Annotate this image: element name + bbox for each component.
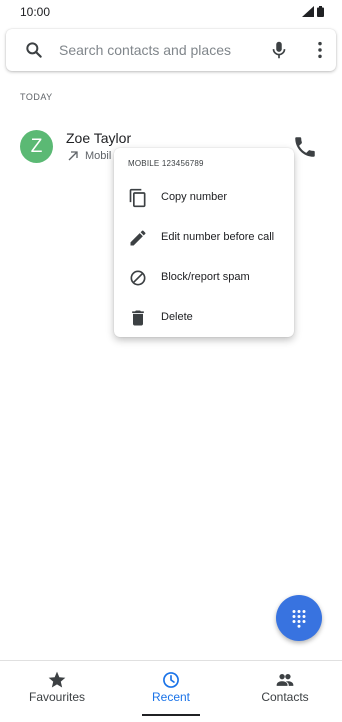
phone-call-icon[interactable] xyxy=(292,134,318,160)
nav-tab-recent[interactable]: Recent xyxy=(114,661,228,722)
menu-item-block-spam[interactable]: Block/report spam xyxy=(114,258,294,298)
menu-header-number: MOBILE 123456789 xyxy=(128,159,204,168)
block-icon xyxy=(130,270,146,286)
menu-item-delete[interactable]: Delete xyxy=(114,298,294,338)
pencil-icon xyxy=(130,230,146,246)
nav-label: Favourites xyxy=(28,690,86,704)
active-tab-indicator xyxy=(142,714,200,716)
copy-icon xyxy=(129,188,146,208)
call-context-menu: MOBILE 123456789 Copy number Edit number… xyxy=(114,148,294,337)
microphone-icon[interactable] xyxy=(268,39,290,61)
dialpad-button[interactable] xyxy=(276,595,322,641)
menu-item-label: Copy number xyxy=(161,191,228,203)
search-bar[interactable] xyxy=(6,29,336,71)
status-bar: 10:00 xyxy=(0,0,342,26)
bottom-navigation: Favourites Recent Contacts xyxy=(0,660,342,722)
contact-name: Zoe Taylor xyxy=(66,130,132,146)
outgoing-call-arrow-icon xyxy=(68,151,78,161)
battery-icon xyxy=(317,6,324,17)
clock-icon xyxy=(163,672,179,688)
menu-item-copy-number[interactable]: Copy number xyxy=(114,178,294,218)
dialpad-icon xyxy=(292,610,306,628)
people-icon xyxy=(276,674,294,686)
avatar[interactable]: Z xyxy=(20,130,53,163)
status-time: 10:00 xyxy=(20,5,51,19)
menu-item-label: Delete xyxy=(161,311,193,323)
menu-item-edit-number[interactable]: Edit number before call xyxy=(114,218,294,258)
nav-tab-contacts[interactable]: Contacts xyxy=(228,661,342,722)
search-icon[interactable] xyxy=(24,40,44,60)
section-header-today: TODAY xyxy=(20,92,53,102)
search-input[interactable] xyxy=(59,40,249,60)
menu-item-label: Edit number before call xyxy=(161,231,275,243)
star-icon xyxy=(48,671,66,688)
call-type-label: Mobil xyxy=(85,150,112,162)
nav-tab-favourites[interactable]: Favourites xyxy=(0,661,114,722)
more-options-icon[interactable] xyxy=(309,39,331,61)
menu-item-label: Block/report spam xyxy=(161,271,250,283)
nav-label: Contacts xyxy=(261,690,309,704)
nav-label: Recent xyxy=(151,690,191,704)
signal-icon xyxy=(302,6,314,17)
status-icons xyxy=(302,6,324,17)
trash-icon xyxy=(132,310,144,326)
